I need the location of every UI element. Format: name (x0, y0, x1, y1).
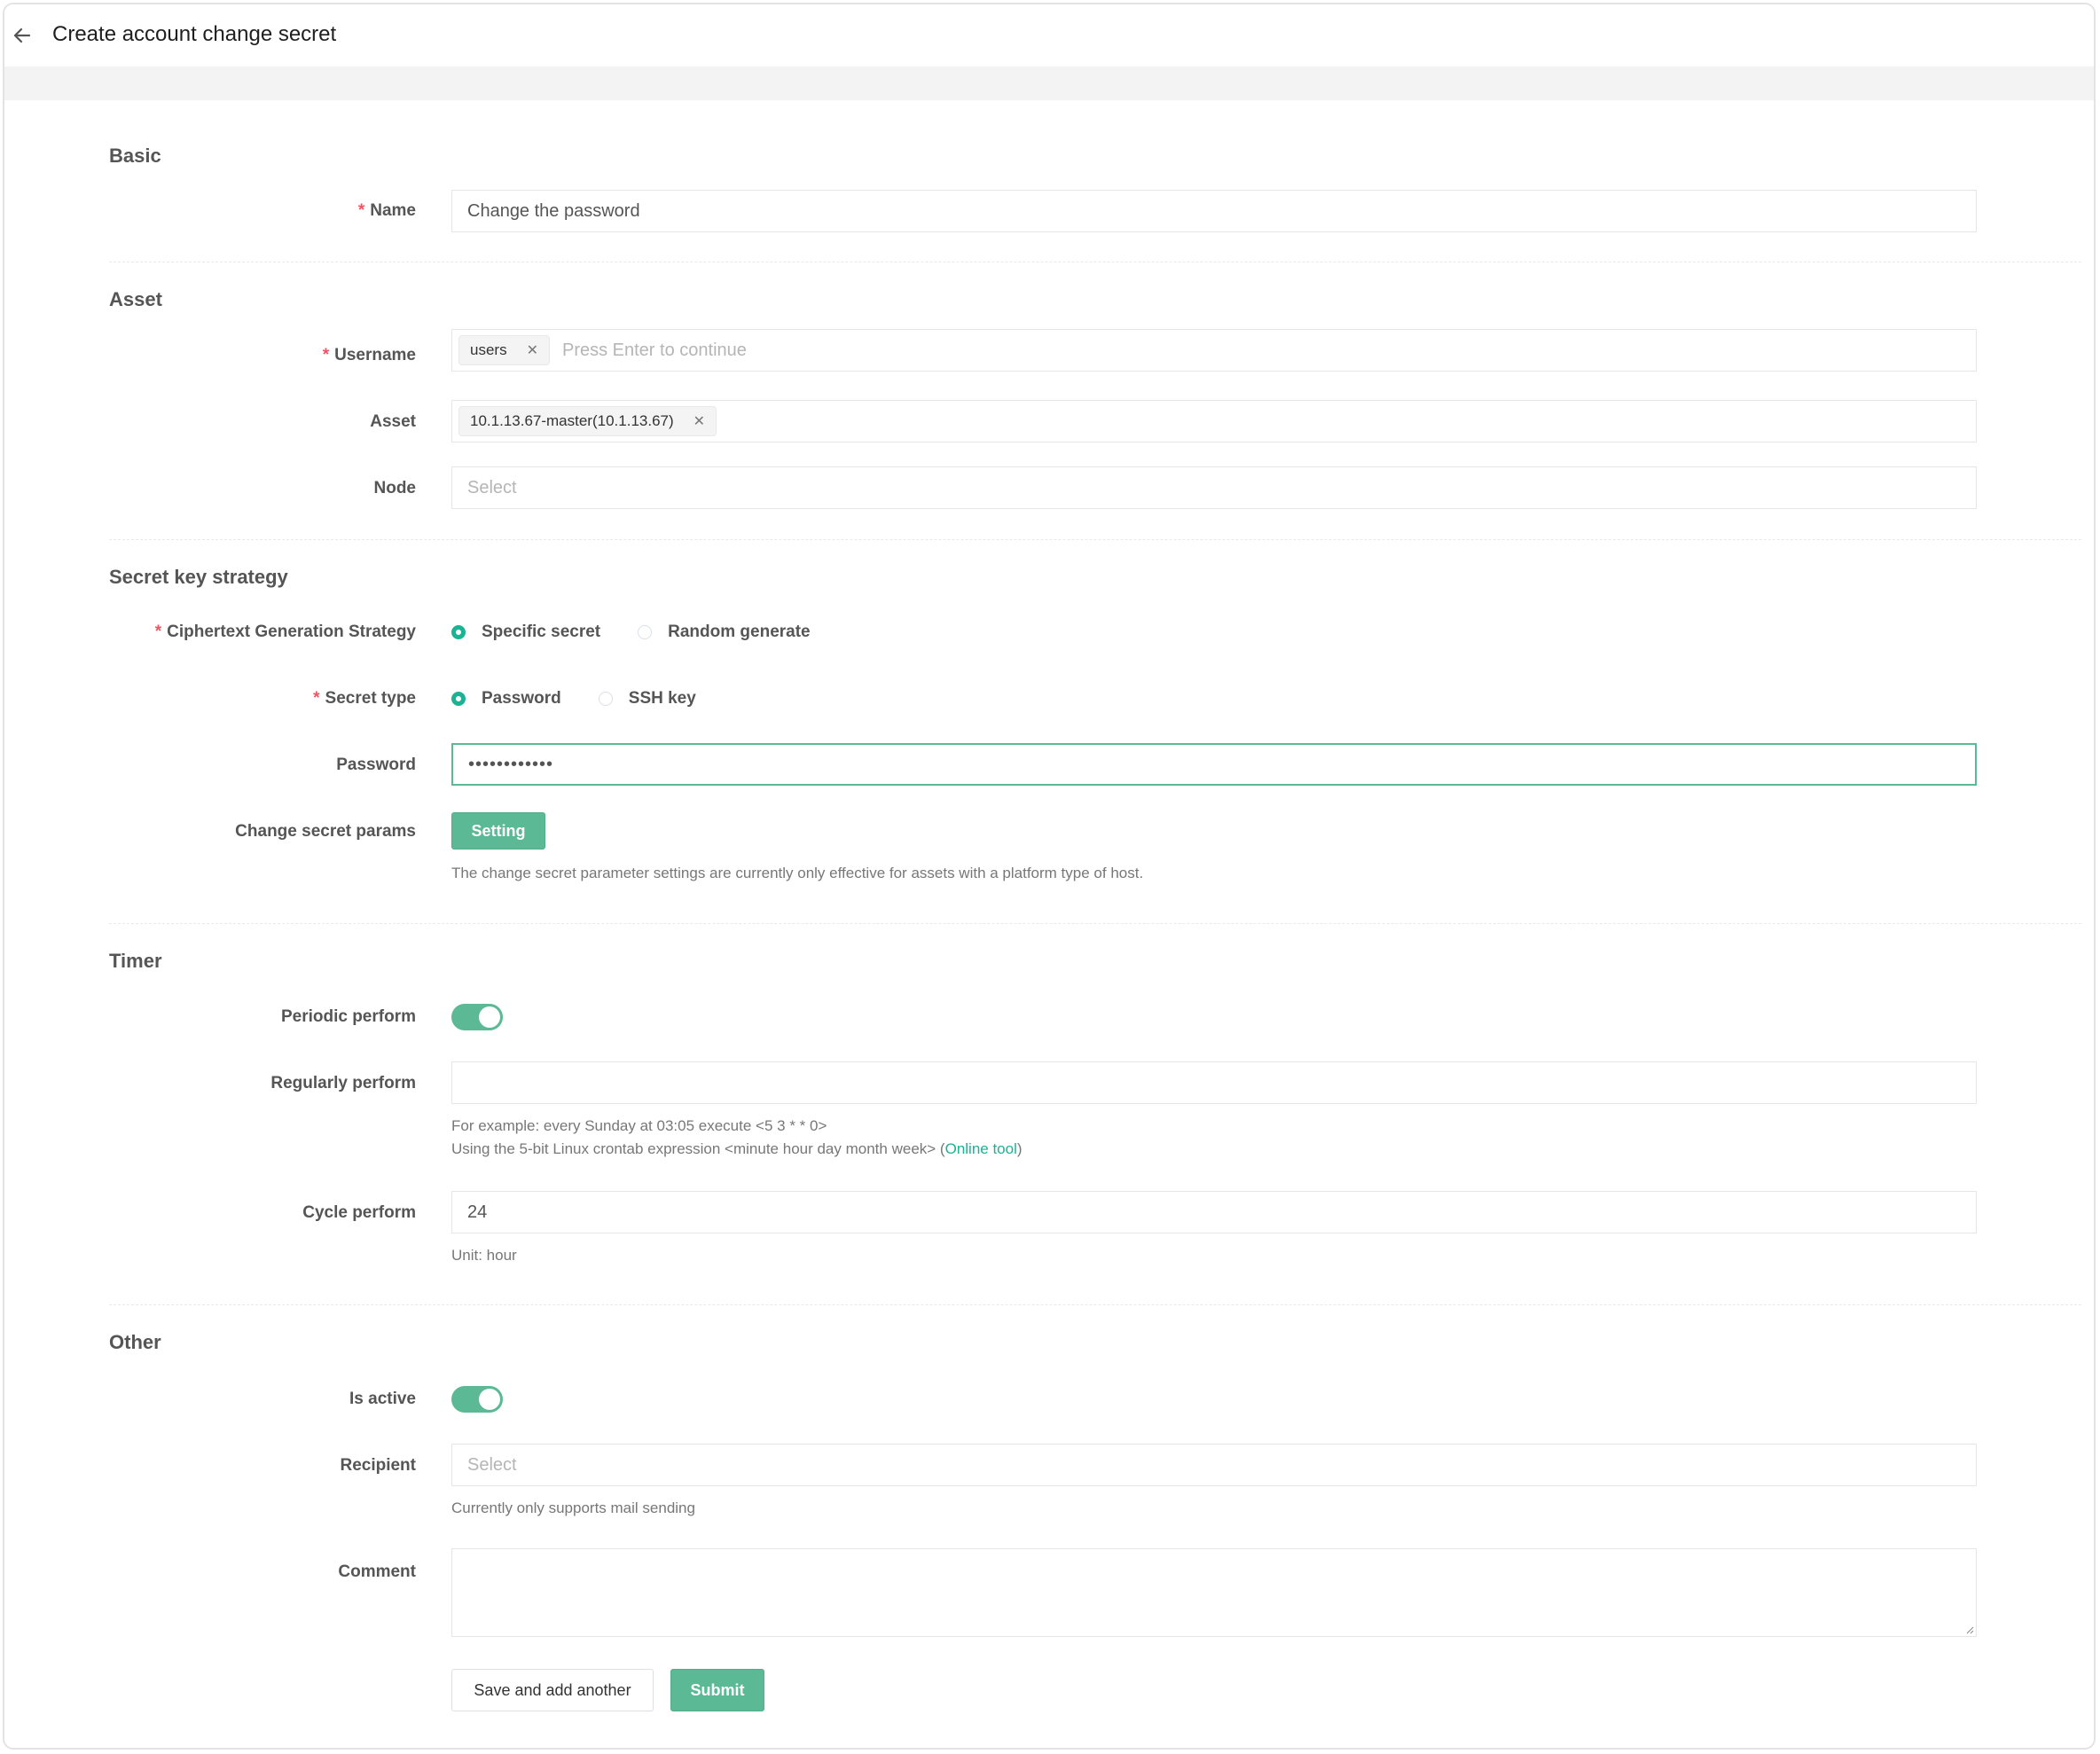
section-title-asset: Asset (109, 288, 162, 310)
submit-button[interactable]: Submit (670, 1669, 764, 1711)
asset-tag: 10.1.13.67-master(10.1.13.67) ✕ (458, 406, 717, 436)
radio-ssh-key[interactable]: SSH key (598, 689, 696, 709)
node-select[interactable]: Select (451, 466, 1977, 509)
secret-type-label-text: Secret type (325, 689, 416, 708)
password-input[interactable]: •••••••••••• (451, 743, 1977, 786)
online-tool-link[interactable]: Online tool (945, 1140, 1017, 1157)
asset-label: Asset (370, 412, 416, 431)
asset-select[interactable]: 10.1.13.67-master(10.1.13.67) ✕ (451, 400, 1977, 442)
radio-label: Password (482, 689, 561, 708)
section-title-other: Other (109, 1331, 161, 1353)
recipient-select[interactable]: Select (451, 1444, 1977, 1486)
name-label: * Name (111, 201, 416, 221)
radio-label: SSH key (628, 689, 696, 708)
section-divider (109, 539, 2081, 540)
strategy-radio-group: Specific secret Random generate (451, 623, 848, 642)
close-icon[interactable]: ✕ (693, 412, 705, 430)
toggle-knob (479, 1389, 500, 1410)
arrow-left-icon[interactable] (12, 20, 36, 51)
toolbar-band (4, 67, 2094, 100)
node-placeholder: Select (467, 477, 517, 497)
radio-password[interactable]: Password (451, 689, 561, 709)
radio-random-generate[interactable]: Random generate (638, 623, 811, 642)
radio-dot-checked (451, 625, 466, 639)
section-title-basic: Basic (109, 145, 161, 167)
params-label: Change secret params (235, 822, 416, 841)
cycle-input[interactable]: 24 (451, 1191, 1977, 1233)
radio-dot-checked (451, 692, 466, 706)
password-input-value: •••••••••••• (468, 754, 554, 774)
radio-dot (638, 625, 653, 639)
app-window: Create account change secret Basic * Name… (3, 3, 2096, 1750)
node-label: Node (373, 479, 417, 497)
regularly-label: Regularly perform (270, 1074, 416, 1092)
password-label: Password (336, 756, 416, 774)
required-mark: * (322, 346, 330, 364)
crontab-help-example: For example: every Sunday at 03:05 execu… (451, 1117, 827, 1134)
recipient-label: Recipient (340, 1456, 416, 1475)
resize-handle-icon[interactable] (1965, 1625, 1974, 1634)
comment-label: Comment (338, 1562, 416, 1581)
strategy-label: * Ciphertext Generation Strategy (111, 623, 416, 642)
username-label-text: Username (334, 346, 416, 364)
cycle-label: Cycle perform (302, 1203, 416, 1222)
section-divider (109, 1304, 2081, 1305)
close-icon[interactable]: ✕ (527, 341, 538, 359)
required-mark: * (357, 201, 365, 220)
secret-type-radio-group: Password SSH key (451, 689, 733, 709)
username-label: * Username (111, 346, 416, 365)
periodic-label: Periodic perform (280, 1007, 416, 1026)
cycle-input-value: 24 (467, 1202, 488, 1222)
save-and-add-another-button[interactable]: Save and add another (451, 1669, 654, 1711)
recipient-help-text: Currently only supports mail sending (451, 1500, 695, 1516)
cycle-help-text: Unit: hour (451, 1247, 517, 1264)
username-tag: users ✕ (458, 335, 550, 365)
section-divider (109, 923, 2081, 924)
crontab-input[interactable] (451, 1061, 1977, 1104)
required-mark: * (313, 689, 320, 708)
radio-dot (598, 692, 613, 706)
radio-label: Random generate (668, 623, 811, 641)
setting-button[interactable]: Setting (451, 812, 545, 850)
username-tag-input[interactable]: users ✕ Press Enter to continue (451, 329, 1977, 372)
toggle-knob (479, 1006, 500, 1028)
crontab-help: For example: every Sunday at 03:05 execu… (451, 1115, 1023, 1161)
name-label-text: Name (370, 201, 416, 220)
page-header: Create account change secret (4, 4, 2094, 67)
comment-textarea[interactable] (451, 1548, 1977, 1637)
periodic-toggle[interactable] (451, 1004, 503, 1030)
asset-tag-text: 10.1.13.67-master(10.1.13.67) (470, 412, 674, 429)
radio-specific-secret[interactable]: Specific secret (451, 623, 600, 642)
section-title-timer: Timer (109, 950, 162, 972)
radio-label: Specific secret (482, 623, 601, 641)
is-active-toggle[interactable] (451, 1386, 503, 1413)
recipient-placeholder: Select (467, 1454, 517, 1475)
crontab-help-expression: Using the 5-bit Linux crontab expression… (451, 1138, 1023, 1161)
secret-type-label: * Secret type (111, 689, 416, 709)
required-mark: * (154, 623, 162, 641)
page-title: Create account change secret (52, 22, 337, 46)
crontab-help-close: ) (1016, 1140, 1023, 1157)
username-tag-text: users (470, 341, 507, 358)
username-placeholder: Press Enter to continue (561, 340, 747, 360)
is-active-label: Is active (349, 1390, 416, 1408)
strategy-label-text: Ciphertext Generation Strategy (167, 623, 416, 641)
params-help-text: The change secret parameter settings are… (451, 865, 1144, 881)
name-input-value: Change the password (467, 200, 640, 221)
crontab-help-text: Using the 5-bit Linux crontab expression… (451, 1140, 945, 1157)
name-input[interactable]: Change the password (451, 190, 1977, 232)
section-title-secret: Secret key strategy (109, 566, 288, 588)
